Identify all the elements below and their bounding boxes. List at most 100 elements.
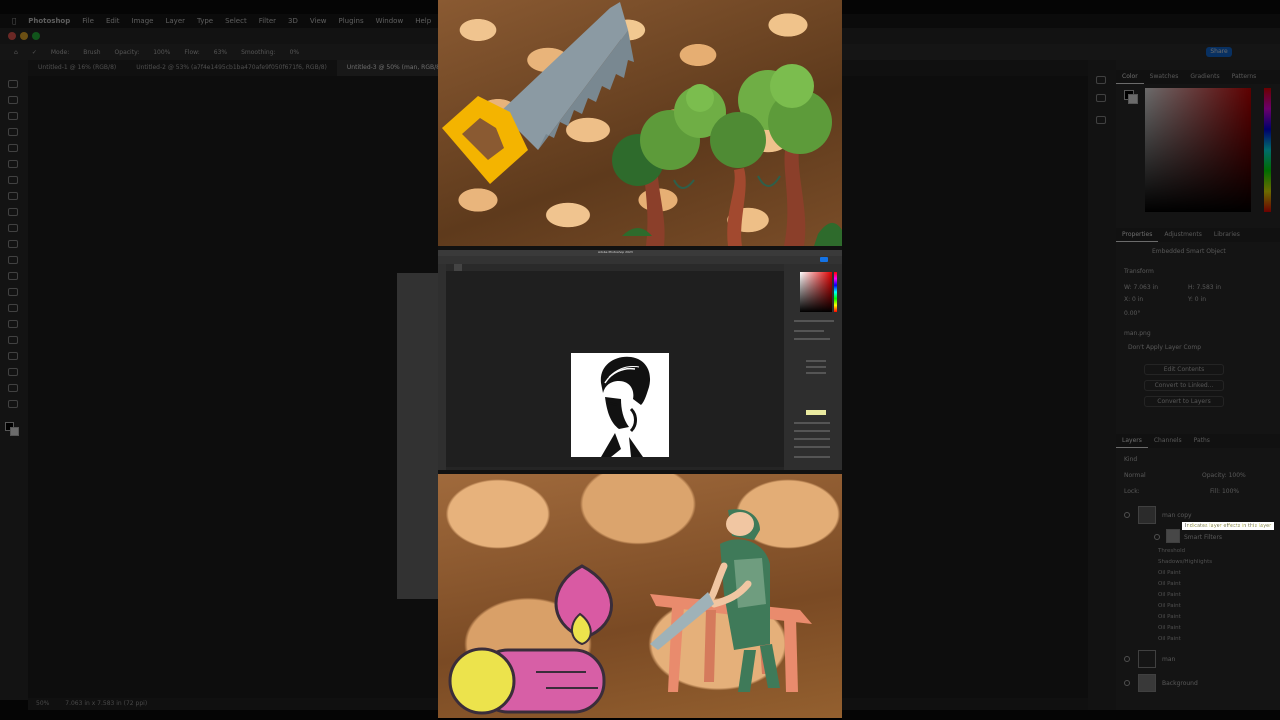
history-panel-icon[interactable] [1096, 76, 1106, 84]
menu-file[interactable]: File [82, 17, 94, 25]
tab-patterns[interactable]: Patterns [1226, 70, 1263, 84]
blend-mode-select[interactable]: Normal [1124, 472, 1146, 479]
stamp-tool-icon[interactable] [8, 224, 18, 232]
layer-row-man-copy[interactable]: man copy [1122, 506, 1274, 524]
brush-tool-icon-panel[interactable] [8, 208, 18, 216]
hand-tool-icon[interactable] [8, 384, 18, 392]
zoom-level[interactable]: 50% [36, 700, 49, 707]
tab-gradients[interactable]: Gradients [1184, 70, 1225, 84]
filter-oil-paint-1[interactable]: Oil Paint [1158, 570, 1181, 576]
menu-window[interactable]: Window [376, 17, 404, 25]
menu-edit[interactable]: Edit [106, 17, 120, 25]
tab-adjustments[interactable]: Adjustments [1158, 228, 1208, 242]
x-field[interactable]: X: 0 in [1124, 296, 1143, 303]
filter-oil-paint-7[interactable]: Oil Paint [1158, 636, 1181, 642]
frame-tool-icon[interactable] [8, 160, 18, 168]
path-select-tool-icon[interactable] [8, 352, 18, 360]
properties-panel-tabs: Properties Adjustments Libraries [1116, 228, 1280, 242]
filter-oil-paint-3[interactable]: Oil Paint [1158, 592, 1181, 598]
menu-view[interactable]: View [310, 17, 327, 25]
tab-properties[interactable]: Properties [1116, 228, 1159, 242]
comments-panel-icon[interactable] [1096, 94, 1106, 102]
layer-comp-select[interactable]: Don't Apply Layer Comp [1128, 344, 1201, 351]
video-column: Adobe Photoshop 2023 ​ ​ [438, 0, 842, 720]
edit-contents-button[interactable]: Edit Contents [1144, 364, 1224, 375]
y-field[interactable]: Y: 0 in [1188, 296, 1206, 303]
tab-paths[interactable]: Paths [1188, 434, 1216, 448]
menu-type[interactable]: Type [197, 17, 213, 25]
filter-oil-paint-6[interactable]: Oil Paint [1158, 625, 1181, 631]
visibility-eye-icon[interactable] [1124, 512, 1130, 518]
tab-layers[interactable]: Layers [1116, 434, 1148, 448]
eyedropper-tool-icon[interactable] [8, 176, 18, 184]
width-field[interactable]: W: 7.063 in [1124, 284, 1158, 291]
type-tool-icon[interactable] [8, 336, 18, 344]
layer-opacity[interactable]: Opacity: 100% [1202, 472, 1246, 479]
menu-select[interactable]: Select [225, 17, 247, 25]
tab-channels[interactable]: Channels [1148, 434, 1188, 448]
home-icon[interactable]: ⌂ [14, 49, 18, 56]
layer-row-background[interactable]: Background [1122, 674, 1274, 692]
mode-select[interactable]: Brush [83, 49, 100, 56]
menu-image[interactable]: Image [132, 17, 154, 25]
blur-tool-icon[interactable] [8, 288, 18, 296]
tab-document-1[interactable]: Untitled-1 @ 16% (RGB/8) [28, 60, 126, 76]
tab-document-3[interactable]: Untitled-3 @ 50% (man, RGB/8) [336, 60, 453, 76]
brush-tool-icon[interactable]: ✓ [32, 49, 37, 56]
visibility-eye-icon[interactable] [1124, 656, 1130, 662]
color-panel-background[interactable] [1128, 94, 1138, 104]
lasso-tool-icon[interactable] [8, 112, 18, 120]
smart-filters-row[interactable]: Smart Filters [1122, 529, 1274, 544]
menu-filter[interactable]: Filter [259, 17, 276, 25]
filter-oil-paint-5[interactable]: Oil Paint [1158, 614, 1181, 620]
gradient-tool-icon[interactable] [8, 272, 18, 280]
flow-value[interactable]: 63% [214, 49, 227, 56]
menu-app-name[interactable]: Photoshop [28, 17, 70, 25]
smoothing-value[interactable]: 0% [290, 49, 300, 56]
move-tool-icon[interactable] [8, 80, 18, 88]
convert-to-linked-button[interactable]: Convert to Linked... [1144, 380, 1224, 391]
filter-oil-paint-2[interactable]: Oil Paint [1158, 581, 1181, 587]
background-color-swatch[interactable] [10, 427, 19, 436]
tab-document-2[interactable]: Untitled-2 @ 53% (a7f4e1495cb1ba470afe9f… [126, 60, 337, 76]
marquee-tool-icon[interactable] [8, 96, 18, 104]
color-picker-field[interactable] [1145, 88, 1251, 212]
collapsed-panels-strip [1088, 60, 1116, 710]
layer-row-man[interactable]: man [1122, 650, 1274, 668]
crop-tool-icon[interactable] [8, 144, 18, 152]
smart-filters-eye-icon[interactable] [1154, 534, 1160, 540]
shape-tool-icon[interactable] [8, 368, 18, 376]
share-button[interactable]: Share [1206, 47, 1232, 57]
menu-layer[interactable]: Layer [165, 17, 185, 25]
history-brush-tool-icon[interactable] [8, 240, 18, 248]
apple-icon[interactable]:  [12, 17, 16, 25]
angle-field[interactable]: 0.00° [1124, 310, 1140, 317]
tab-swatches[interactable]: Swatches [1144, 70, 1185, 84]
filter-threshold[interactable]: Threshold [1158, 548, 1185, 554]
close-window-button[interactable] [8, 32, 16, 40]
pen-tool-icon[interactable] [8, 320, 18, 328]
filter-oil-paint-4[interactable]: Oil Paint [1158, 603, 1181, 609]
tab-libraries[interactable]: Libraries [1208, 228, 1246, 242]
filter-shadows-highlights[interactable]: Shadows/Highlights [1158, 559, 1212, 565]
tab-color[interactable]: Color [1116, 70, 1144, 84]
mini-layer-row [794, 430, 830, 432]
zoom-window-button[interactable] [32, 32, 40, 40]
eraser-tool-icon[interactable] [8, 256, 18, 264]
menu-3d[interactable]: 3D [288, 17, 298, 25]
quick-select-tool-icon[interactable] [8, 128, 18, 136]
menu-plugins[interactable]: Plugins [339, 17, 364, 25]
menu-help[interactable]: Help [415, 17, 431, 25]
height-field[interactable]: H: 7.583 in [1188, 284, 1221, 291]
layer-fill[interactable]: Fill: 100% [1210, 488, 1239, 495]
minimize-window-button[interactable] [20, 32, 28, 40]
convert-to-layers-button[interactable]: Convert to Layers [1144, 396, 1224, 407]
dodge-tool-icon[interactable] [8, 304, 18, 312]
layer-filter-kind[interactable]: Kind [1124, 456, 1137, 463]
opacity-value[interactable]: 100% [153, 49, 170, 56]
hue-slider[interactable] [1264, 88, 1271, 212]
brush-settings-icon[interactable] [1096, 116, 1106, 124]
zoom-tool-icon[interactable] [8, 400, 18, 408]
healing-tool-icon[interactable] [8, 192, 18, 200]
visibility-eye-icon[interactable] [1124, 680, 1130, 686]
